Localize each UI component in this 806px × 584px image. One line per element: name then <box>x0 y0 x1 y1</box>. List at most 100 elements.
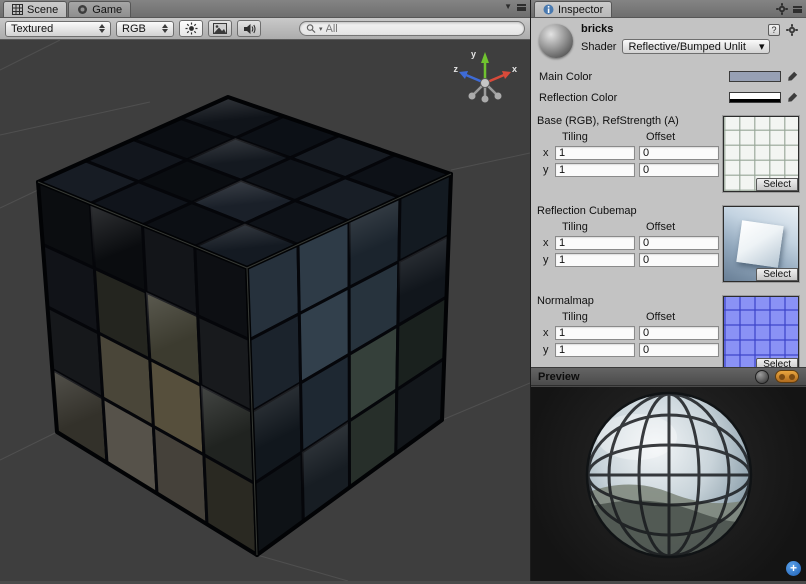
gear-icon[interactable] <box>776 3 788 15</box>
add-icon[interactable]: + <box>786 561 801 576</box>
eyedropper-icon[interactable] <box>787 71 798 82</box>
panel-menu-icon[interactable] <box>793 6 802 13</box>
preview-title: Preview <box>538 371 749 383</box>
preview-options-button[interactable] <box>775 370 799 383</box>
draw-mode-dropdown[interactable]: Textured <box>5 21 111 37</box>
tiling-y-input[interactable] <box>555 343 635 357</box>
preview-model-button[interactable] <box>755 370 769 384</box>
offset-x-input[interactable] <box>639 146 719 160</box>
scene-viewport[interactable]: y x z <box>0 40 530 581</box>
sun-icon <box>185 22 198 35</box>
tab-inspector-label: Inspector <box>558 4 603 16</box>
chevron-down-icon[interactable]: ▼ <box>504 3 512 11</box>
inspector-panel-menu <box>776 3 802 15</box>
normalmap-thumbnail[interactable]: Select <box>723 296 799 367</box>
offset-y-input[interactable] <box>639 253 719 267</box>
x-axis-label: x <box>539 147 551 159</box>
orientation-gizmo[interactable]: y x z <box>450 43 520 113</box>
panel-menu-icon[interactable] <box>517 4 526 11</box>
scene-search-field[interactable]: ▾ <box>299 21 525 36</box>
offset-header: Offset <box>639 311 719 323</box>
select-button[interactable]: Select <box>756 358 798 367</box>
shader-row: Shader Reflective/Bumped Unlit ▾ <box>581 39 800 54</box>
preview-area[interactable]: + <box>531 387 806 581</box>
speaker-icon <box>243 23 256 35</box>
base-texture-thumbnail[interactable]: Select <box>723 116 799 192</box>
texture-section-base: Base (RGB), RefStrength (A) Tiling Offse… <box>537 115 800 195</box>
inspector-body: bricks Shader Reflective/Bumped Unlit ▾ … <box>531 18 806 367</box>
offset-header: Offset <box>639 221 719 233</box>
reflection-color-swatch[interactable] <box>729 92 781 103</box>
scene-panel-menu: ▼ <box>504 3 526 11</box>
y-axis-label: y <box>539 344 551 356</box>
texture-section-normalmap: Normalmap Tiling Offset x y Select <box>537 295 800 367</box>
tab-inspector[interactable]: Inspector <box>534 1 612 17</box>
search-icon <box>306 23 316 34</box>
gizmo-center[interactable] <box>481 79 490 88</box>
channels-dropdown[interactable]: RGB <box>116 21 174 37</box>
inspector-panel: Inspector bricks Shader Refle <box>530 0 806 581</box>
game-icon <box>77 4 88 15</box>
gizmo-z-label: z <box>454 64 459 74</box>
material-header-icons: ? <box>768 24 798 36</box>
tab-scene-label: Scene <box>27 4 58 16</box>
select-button[interactable]: Select <box>756 178 798 191</box>
reflection-color-label: Reflection Color <box>539 92 729 104</box>
tiling-x-input[interactable] <box>555 146 635 160</box>
updown-icon <box>99 24 105 33</box>
tab-game-label: Game <box>92 4 122 16</box>
skybox-fx-toggle-button[interactable] <box>208 20 232 37</box>
inspector-tabstrip: Inspector <box>531 0 806 18</box>
tiling-header: Tiling <box>555 221 635 233</box>
x-axis-label: x <box>539 327 551 339</box>
scene-icon <box>12 4 23 15</box>
x-axis-label: x <box>539 237 551 249</box>
draw-mode-value: Textured <box>11 23 53 35</box>
offset-y-input[interactable] <box>639 343 719 357</box>
scene-toolbar: Textured RGB <box>0 18 530 40</box>
y-axis-label: y <box>539 164 551 176</box>
scene-tabstrip: Scene Game ▼ <box>0 0 530 18</box>
material-preview-ball[interactable] <box>539 24 573 58</box>
gear-icon[interactable] <box>786 24 798 36</box>
shader-label: Shader <box>581 41 616 53</box>
tiling-x-input[interactable] <box>555 236 635 250</box>
audio-toggle-button[interactable] <box>237 20 261 37</box>
tab-game[interactable]: Game <box>68 1 131 17</box>
tiling-y-input[interactable] <box>555 253 635 267</box>
search-input[interactable] <box>326 23 519 35</box>
chevron-down-icon: ▾ <box>759 40 765 53</box>
material-header: bricks Shader Reflective/Bumped Unlit ▾ … <box>537 21 800 63</box>
image-icon <box>213 23 227 34</box>
gizmo-y-label: y <box>471 49 476 59</box>
preview-header[interactable]: Preview <box>531 367 806 386</box>
gizmo-x-label: x <box>512 64 517 74</box>
search-filter-arrow-icon[interactable]: ▾ <box>319 25 323 33</box>
y-axis-label: y <box>539 254 551 266</box>
tab-scene[interactable]: Scene <box>3 1 67 17</box>
tiling-header: Tiling <box>555 131 635 143</box>
main-color-swatch[interactable] <box>729 71 781 82</box>
scene-panel: Scene Game ▼ Textured RGB <box>0 0 530 581</box>
shader-value: Reflective/Bumped Unlit <box>628 41 745 53</box>
eyedropper-icon[interactable] <box>787 92 798 103</box>
main-color-row: Main Color <box>539 69 798 84</box>
tiling-y-input[interactable] <box>555 163 635 177</box>
offset-x-input[interactable] <box>639 326 719 340</box>
updown-icon <box>162 24 168 33</box>
tiling-header: Tiling <box>555 311 635 323</box>
channels-value: RGB <box>122 23 146 35</box>
scene-3d-view <box>0 40 530 581</box>
cubemap-thumbnail[interactable]: Select <box>723 206 799 282</box>
offset-y-input[interactable] <box>639 163 719 177</box>
help-icon[interactable]: ? <box>768 24 780 36</box>
material-preview-sphere <box>531 387 806 581</box>
offset-x-input[interactable] <box>639 236 719 250</box>
reflection-color-row: Reflection Color <box>539 90 798 105</box>
texture-section-cubemap: Reflection Cubemap Tiling Offset x y Sel… <box>537 205 800 285</box>
shader-dropdown[interactable]: Reflective/Bumped Unlit ▾ <box>622 39 770 54</box>
select-button[interactable]: Select <box>756 268 798 281</box>
main-color-label: Main Color <box>539 71 729 83</box>
tiling-x-input[interactable] <box>555 326 635 340</box>
lighting-toggle-button[interactable] <box>179 20 203 37</box>
